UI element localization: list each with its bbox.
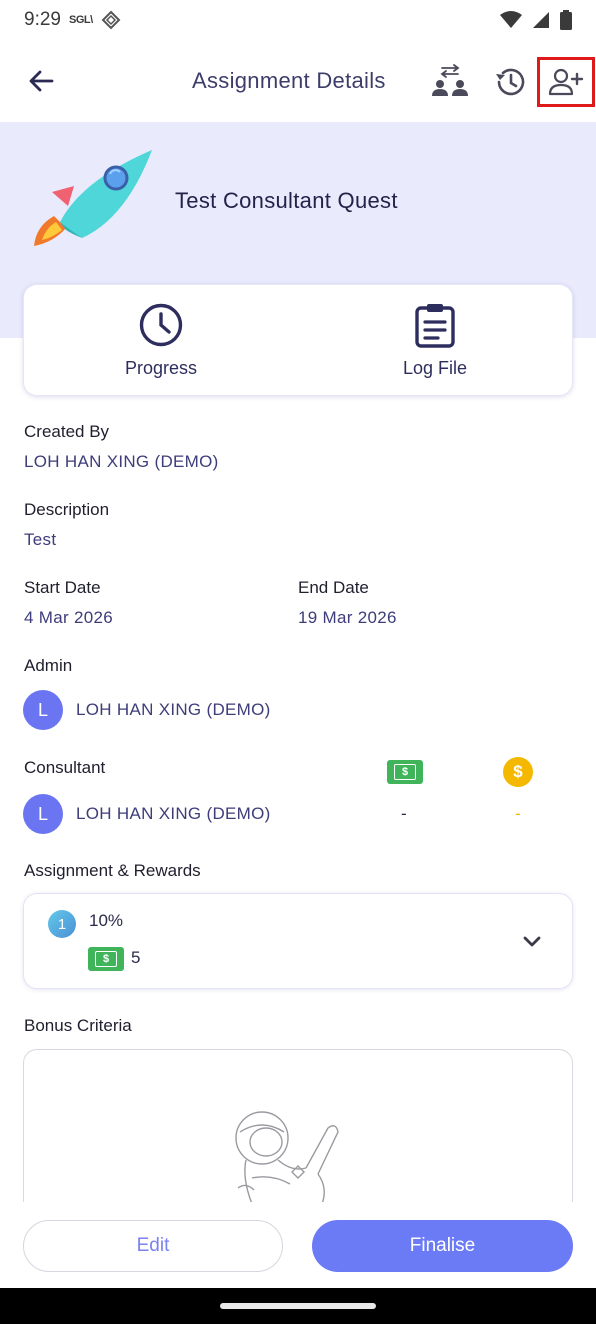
page-title: Assignment Details bbox=[192, 68, 386, 93]
transfer-users-icon bbox=[432, 64, 468, 96]
tab-progress-label: Progress bbox=[124, 357, 198, 378]
clock-icon bbox=[139, 303, 183, 346]
status-bar: 9:29 SGL\ bbox=[0, 0, 596, 40]
chevron-down-icon[interactable] bbox=[520, 930, 544, 954]
description-label: Description bbox=[24, 500, 110, 519]
quest-title: Test Consultant Quest bbox=[175, 188, 398, 213]
reward-amount: 5 bbox=[131, 948, 141, 967]
cash-icon: $ bbox=[387, 760, 423, 784]
start-date-value: 4 Mar 2026 bbox=[24, 608, 113, 627]
home-gesture-handle[interactable] bbox=[220, 1303, 376, 1309]
rank-badge: 1 bbox=[48, 910, 76, 938]
start-date-label: Start Date bbox=[24, 578, 101, 597]
consultant-name: LOH HAN XING (DEMO) bbox=[76, 804, 271, 823]
cell-signal-icon bbox=[533, 12, 549, 28]
admin-label: Admin bbox=[24, 656, 73, 675]
wifi-icon bbox=[500, 11, 522, 28]
app-bar: Assignment Details bbox=[0, 40, 596, 122]
history-icon bbox=[496, 68, 525, 96]
created-by-value: LOH HAN XING (DEMO) bbox=[24, 452, 219, 471]
clipboard-icon bbox=[415, 303, 455, 348]
admin-avatar: L bbox=[23, 690, 63, 730]
coin-icon: $ bbox=[503, 757, 533, 787]
rewards-label: Assignment & Rewards bbox=[24, 861, 201, 880]
finalise-button[interactable]: Finalise bbox=[312, 1220, 573, 1272]
created-by-label: Created By bbox=[24, 422, 110, 441]
end-date-label: End Date bbox=[298, 578, 369, 597]
status-time: 9:29 bbox=[24, 9, 61, 30]
arrow-left-icon bbox=[29, 70, 54, 92]
admin-name: LOH HAN XING (DEMO) bbox=[76, 700, 271, 719]
bonus-label: Bonus Criteria bbox=[24, 1016, 132, 1035]
reward-tier-card[interactable]: 1 10% $ 5 bbox=[23, 893, 573, 989]
tab-log-file[interactable]: Log File bbox=[298, 285, 572, 395]
tab-card: Progress Log File bbox=[23, 284, 573, 396]
person-add-icon bbox=[548, 68, 584, 96]
tab-progress[interactable]: Progress bbox=[24, 285, 298, 395]
tab-log-file-label: Log File bbox=[402, 357, 468, 378]
edit-button[interactable]: Edit bbox=[23, 1220, 283, 1272]
consultant-avatar: L bbox=[23, 794, 63, 834]
reward-cash-icon: $ bbox=[88, 947, 124, 971]
reward-percent: 10% bbox=[89, 911, 124, 930]
astronaut-illustration bbox=[235, 1111, 339, 1205]
back-button[interactable] bbox=[24, 64, 58, 98]
carrier-label: SGL\ bbox=[68, 14, 93, 26]
history-button[interactable] bbox=[490, 62, 530, 102]
signal-diamond-icon bbox=[101, 10, 121, 30]
battery-icon bbox=[560, 10, 572, 30]
consultant-label: Consultant bbox=[24, 758, 106, 777]
description-value: Test bbox=[24, 530, 57, 549]
end-date-value: 19 Mar 2026 bbox=[298, 608, 397, 627]
consultant-coin-value: - bbox=[515, 804, 521, 823]
add-user-button[interactable] bbox=[537, 57, 595, 107]
rocket-icon bbox=[34, 150, 152, 246]
transfer-users-button[interactable] bbox=[430, 62, 470, 102]
consultant-cash-value: - bbox=[401, 804, 407, 823]
